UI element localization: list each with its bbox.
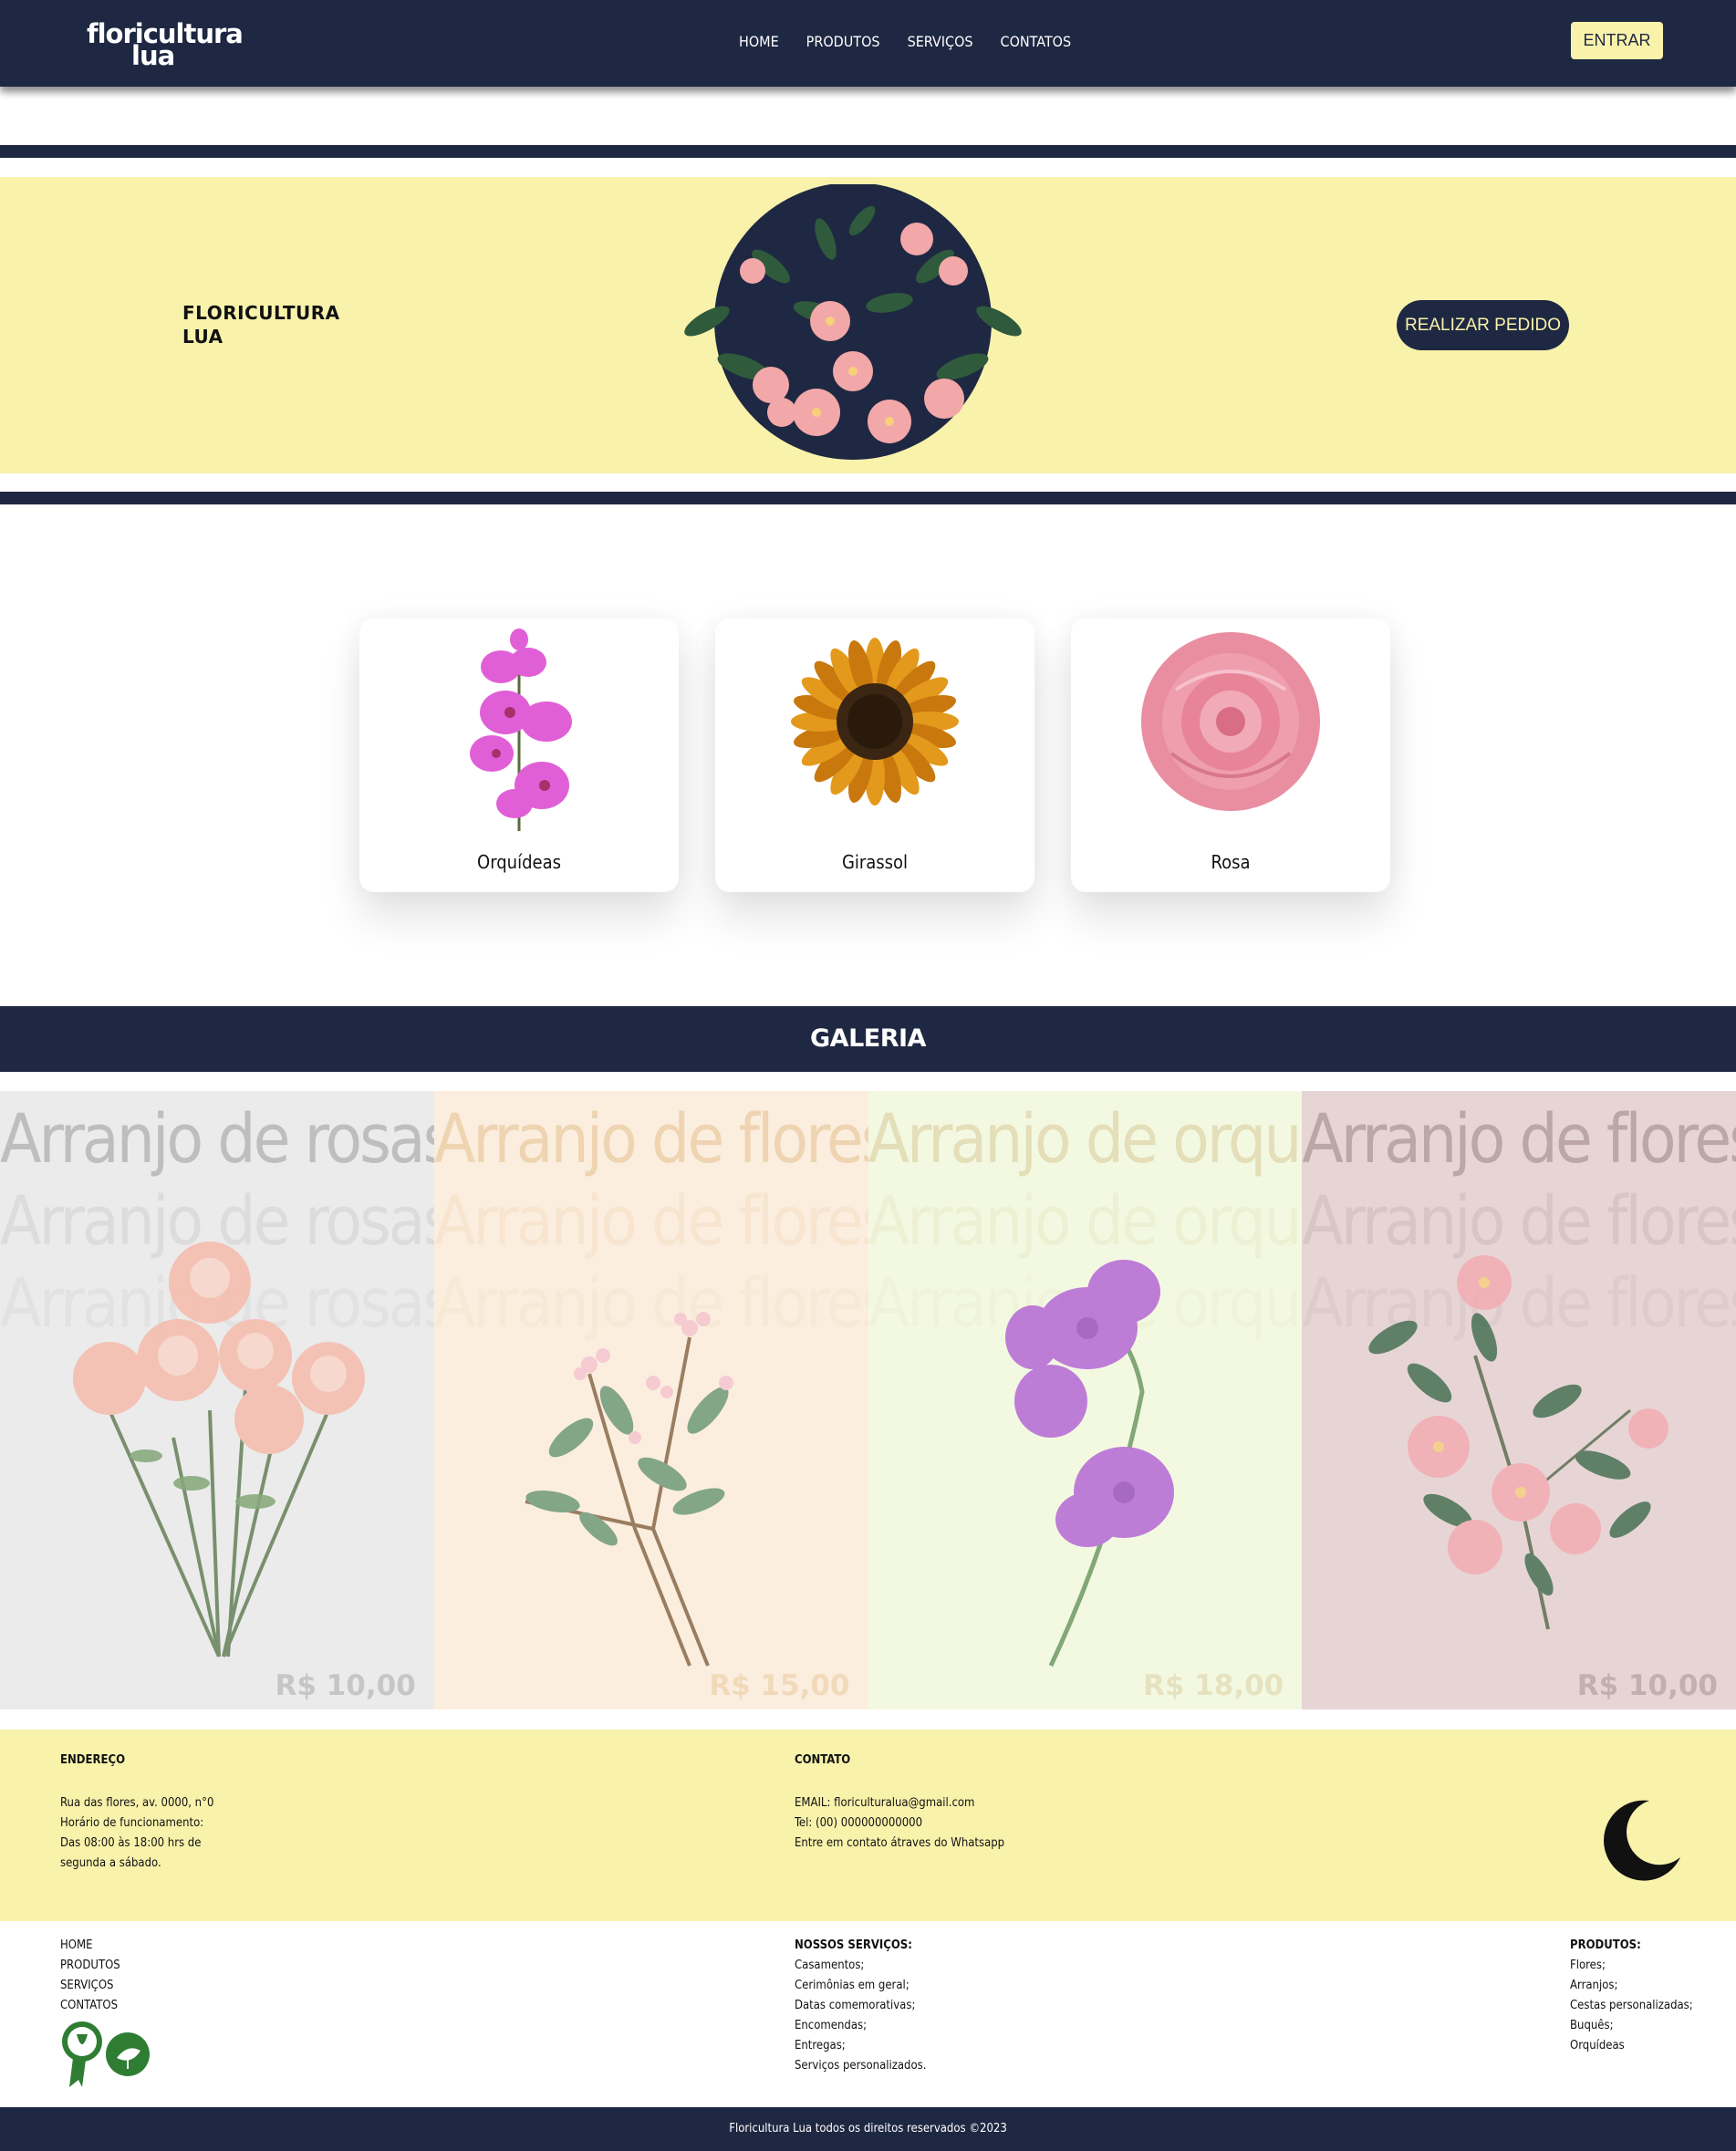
gallery-item-price: R$ 10,00	[1576, 1669, 1718, 1702]
nav-home[interactable]: HOME	[739, 33, 779, 50]
footer-link-contatos[interactable]: CONTATOS	[60, 1996, 120, 2016]
service-item: Cerimônias em geral;	[795, 1979, 910, 1992]
product-item: Arranjos;	[1570, 1979, 1618, 1992]
product-cards: Orquídeas Girassol Rosa	[359, 618, 1390, 892]
divider-stripe	[0, 145, 1736, 158]
product-item: Flores;	[1570, 1959, 1606, 1972]
address-block: Rua das flores, av. 0000, n°0 Horário de…	[60, 1793, 213, 1874]
logo[interactable]: floricultura lua	[87, 18, 244, 71]
nav-contatos[interactable]: CONTATOS	[1001, 33, 1072, 50]
products-list: PRODUTOS: Flores; Arranjos; Cestas perso…	[1570, 1936, 1693, 2056]
contact-phone[interactable]: Tel: (00) 000000000000	[795, 1813, 1004, 1834]
main-nav: HOME PRODUTOS SERVIÇOS CONTATOS	[739, 33, 1071, 50]
service-item: Datas comemorativas;	[795, 1999, 916, 2012]
rose-arrangement-image	[73, 1242, 365, 1657]
gallery-item-price: R$ 10,00	[275, 1669, 416, 1702]
gallery: Arranjo de rosas Arranjo de rosas Arranj…	[0, 1091, 1736, 1709]
gallery-item-price: R$ 15,00	[709, 1669, 850, 1702]
service-item: Entregas;	[795, 2039, 846, 2052]
gallery-item-title: Arranjo de orquídeas	[868, 1100, 1303, 1179]
gallery-item[interactable]: Arranjo de flores Arranjo de flores Arra…	[433, 1091, 868, 1709]
product-item: Orquídeas	[1570, 2039, 1625, 2052]
gallery-item-price: R$ 18,00	[1142, 1669, 1284, 1702]
product-name: Girassol	[841, 851, 909, 873]
products-heading: PRODUTOS:	[1570, 1938, 1641, 1952]
nav-servicos[interactable]: SERVIÇOS	[908, 33, 973, 50]
orchid-arrangement-image	[1004, 1260, 1174, 1668]
place-order-button[interactable]: REALIZAR PEDIDO	[1397, 300, 1569, 350]
logo-line2: lua	[131, 40, 175, 71]
footer-nav: HOME PRODUTOS SERVIÇOS CONTATOS	[60, 1936, 120, 2016]
product-name: Rosa	[1211, 851, 1251, 873]
hero-flower-circle-image	[684, 184, 1022, 460]
service-item: Serviços personalizados.	[795, 2059, 927, 2073]
product-item: Buquês;	[1570, 2019, 1614, 2032]
login-button[interactable]: ENTRAR	[1571, 22, 1663, 59]
hero-title: FLORICULTURA LUA	[182, 302, 340, 348]
divider-stripe	[0, 492, 1736, 504]
service-item: Encomendas;	[795, 2019, 868, 2032]
gallery-item[interactable]: Arranjo de flores Arranjo de flores Arra…	[1302, 1091, 1736, 1709]
camellia-arrangement-image	[1368, 1255, 1669, 1630]
footer-link-servicos[interactable]: SERVIÇOS	[60, 1976, 120, 1996]
footer-info: ENDEREÇO Rua das flores, av. 0000, n°0 H…	[0, 1730, 1736, 1921]
orchid-image	[470, 629, 572, 831]
gallery-item[interactable]: Arranjo de rosas Arranjo de rosas Arranj…	[0, 1091, 434, 1709]
gallery-item-title: Arranjo de flores	[1302, 1100, 1736, 1179]
gallery-item-title: Arranjo de flores	[433, 1100, 868, 1179]
contact-heading: CONTATO	[795, 1753, 851, 1767]
address-heading: ENDEREÇO	[60, 1753, 126, 1767]
rose-image	[1141, 632, 1320, 811]
product-item: Cestas personalizadas;	[1570, 1999, 1693, 2012]
top-navbar: floricultura lua HOME PRODUTOS SERVIÇOS …	[0, 0, 1736, 87]
footer-links: HOME PRODUTOS SERVIÇOS CONTATOS NOSSOS S…	[0, 1921, 1736, 2107]
nav-produtos[interactable]: PRODUTOS	[806, 33, 880, 50]
product-card-orquideas[interactable]: Orquídeas	[359, 618, 679, 892]
address-line: Horário de funcionamento:	[60, 1816, 204, 1830]
moon-icon	[1604, 1800, 1680, 1881]
certification-seals-icon	[62, 2021, 150, 2087]
copyright-bar: Floricultura Lua todos os direitos reser…	[0, 2107, 1736, 2151]
sunflower-image	[791, 638, 959, 805]
gallery-title: GALERIA	[0, 1006, 1736, 1072]
product-card-rosa[interactable]: Rosa	[1071, 618, 1390, 892]
contact-whatsapp[interactable]: Entre em contato átraves do Whatsapp	[795, 1834, 1004, 1854]
address-line: segunda a sábado.	[60, 1856, 161, 1870]
gallery-item-title: Arranjo de rosas	[0, 1100, 434, 1179]
product-card-girassol[interactable]: Girassol	[715, 618, 1034, 892]
contact-email[interactable]: EMAIL: floriculturalua@gmail.com	[795, 1793, 1004, 1813]
contact-block: EMAIL: floriculturalua@gmail.com Tel: (0…	[795, 1793, 1004, 1854]
gallery-item[interactable]: Arranjo de orquídeas Arranjo de orquídea…	[868, 1091, 1303, 1709]
address-line: Rua das flores, av. 0000, n°0	[60, 1796, 214, 1810]
hero-banner: FLORICULTURA LUA REALIZAR PEDIDO	[0, 177, 1736, 473]
footer-link-produtos[interactable]: PRODUTOS	[60, 1956, 120, 1976]
address-line: Das 08:00 às 18:00 hrs de	[60, 1836, 202, 1850]
services-list: NOSSOS SERVIÇOS: Casamentos; Cerimônias …	[795, 1936, 926, 2076]
product-name: Orquídeas	[477, 851, 561, 873]
services-heading: NOSSOS SERVIÇOS:	[795, 1938, 912, 1952]
eucalyptus-arrangement-image	[525, 1312, 733, 1667]
footer-link-home[interactable]: HOME	[60, 1936, 120, 1956]
service-item: Casamentos;	[795, 1959, 865, 1972]
